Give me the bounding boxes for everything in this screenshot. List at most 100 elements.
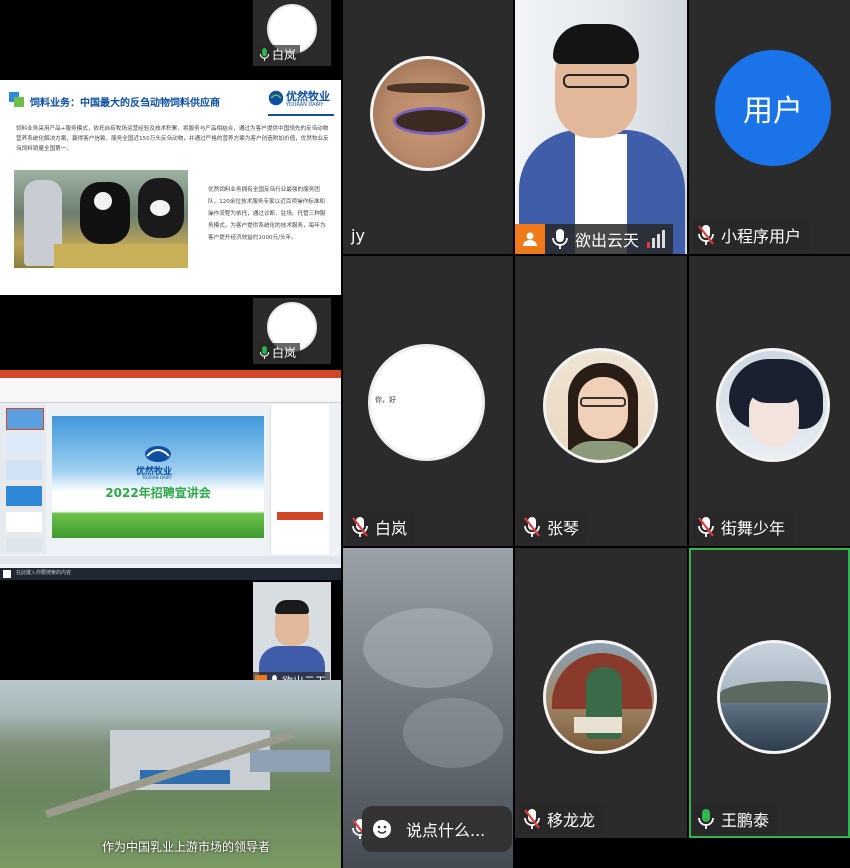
- glasses: [563, 74, 629, 88]
- participant-name: 张琴: [547, 519, 580, 538]
- taskbar-search[interactable]: 在此键入你要搜索的内容: [16, 569, 71, 576]
- participant-name: 白岚: [375, 519, 408, 538]
- participant-label: 白岚: [257, 343, 301, 362]
- ppt-title: 2022年招聘宣讲会: [105, 486, 211, 500]
- shared-video-aerial: 作为中国乳业上游市场的领导者: [0, 680, 341, 868]
- ppt-thumb[interactable]: [6, 486, 42, 506]
- cow-logo-icon: [145, 446, 171, 462]
- mic-muted-icon[interactable]: [523, 516, 541, 538]
- shared-slide: 饲料业务：中国最大的反刍动物饲料供应商 优然牧业 YOURAN DAIRY 饲料…: [0, 80, 341, 295]
- ppt-ribbon: [0, 378, 341, 403]
- brow-graphic: [387, 83, 469, 93]
- cow-logo-icon: [268, 90, 284, 106]
- mic-muted-icon[interactable]: [351, 516, 369, 538]
- participant-name: 白岚: [272, 346, 297, 360]
- avatar: 用户: [715, 50, 831, 166]
- ppt-brand-en: YOURAN DAIRY: [142, 475, 172, 480]
- avatar: [543, 348, 658, 463]
- windows-taskbar: 在此键入你要搜索的内容: [0, 568, 341, 580]
- avatar-text: 你，好: [375, 396, 396, 404]
- mic-muted-icon[interactable]: [697, 224, 715, 246]
- presenter-hair: [275, 600, 309, 614]
- presenter-hair: [553, 24, 639, 64]
- start-icon[interactable]: [3, 570, 11, 578]
- slide-photo-cows: [14, 170, 188, 268]
- slide-accent-icon-2: [14, 97, 24, 107]
- tile-jiewushaonian[interactable]: 街舞少年: [689, 256, 850, 546]
- slide-heading: 饲料业务：中国最大的反刍动物饲料供应商: [30, 98, 220, 109]
- ppt-side-button[interactable]: [277, 512, 323, 520]
- slide-brand-logo: 优然牧业 YOURAN DAIRY: [268, 88, 334, 116]
- participant-label: 街舞少年: [693, 512, 794, 542]
- glasses: [580, 397, 626, 407]
- ppt-thumb[interactable]: [6, 538, 42, 552]
- ppt-titlebar: [0, 370, 341, 378]
- avatar: [543, 640, 657, 754]
- ppt-thumb[interactable]: [6, 408, 44, 430]
- cloud-texture: [403, 698, 503, 768]
- participant-name: 欲出云天: [575, 231, 640, 250]
- ppt-thumb[interactable]: [6, 434, 42, 454]
- slide-paragraph-1: 饲料业务采用产品+服务模式，依托自有牧场运营经验及技术积累，将服务与产品相结合，…: [16, 126, 329, 152]
- ppt-main-slide: 优然牧业 YOURAN DAIRY 2022年招聘宣讲会: [52, 416, 264, 538]
- avatar: [716, 348, 830, 462]
- presenter-badge: [515, 224, 545, 254]
- participant-label: jy: [347, 220, 373, 250]
- factory-roof: [250, 750, 330, 772]
- participant-label: 白岚: [347, 512, 416, 542]
- mic-on-icon[interactable]: [697, 808, 715, 830]
- ppt-thumb[interactable]: [6, 460, 42, 480]
- mic-muted-icon[interactable]: [697, 516, 715, 538]
- mic-on-icon: [259, 346, 270, 359]
- tile-xiaochengxu[interactable]: 用户 小程序用户: [689, 0, 850, 254]
- thumb-bailan-mid[interactable]: 白岚: [253, 298, 331, 364]
- avatar: [717, 640, 831, 754]
- tile-jy[interactable]: jy: [343, 0, 513, 254]
- participant-name: 王鹏泰: [721, 811, 770, 830]
- ppt-thumbnail-pane: [0, 404, 46, 554]
- cow-figure: [150, 200, 170, 216]
- feed-pile: [54, 244, 188, 268]
- tile-bailan[interactable]: 你，好 白岚: [343, 256, 513, 546]
- participant-name: 小程序用户: [721, 227, 802, 246]
- mic-on-icon[interactable]: [551, 228, 569, 250]
- emoji-icon[interactable]: [372, 819, 392, 839]
- tile-wangpengtai[interactable]: 王鹏泰: [689, 548, 850, 838]
- mic-muted-icon[interactable]: [523, 808, 541, 830]
- participant-name: jy: [351, 225, 365, 245]
- participant-name: 白岚: [272, 48, 297, 62]
- participant-name: 街舞少年: [721, 519, 786, 538]
- tile-yuchuyuntian[interactable]: 欲出云天: [515, 0, 687, 254]
- ppt-thumb[interactable]: [6, 512, 42, 532]
- tile-yilonglong[interactable]: 移龙龙: [515, 548, 687, 838]
- avatar: 你，好: [368, 344, 485, 461]
- chat-placeholder: 说点什么...: [406, 821, 486, 840]
- participant-label: 白岚: [257, 45, 301, 64]
- participant-label: 移龙龙: [519, 804, 604, 834]
- mic-on-icon: [259, 48, 270, 61]
- slide-brand-en: YOURAN DAIRY: [286, 102, 324, 108]
- avatar: [370, 56, 485, 171]
- eye-graphic: [393, 107, 469, 135]
- person-icon: [523, 232, 537, 246]
- signal-icon: [647, 230, 666, 248]
- video-caption: 作为中国乳业上游市场的领导者: [102, 840, 271, 854]
- face: [578, 377, 628, 439]
- chat-input[interactable]: 说点什么...: [362, 806, 512, 852]
- avatar-text: 用户: [743, 94, 803, 129]
- participant-label: 张琴: [519, 512, 588, 542]
- participant-label: 王鹏泰: [693, 804, 778, 834]
- participant-name: 移龙龙: [547, 811, 596, 830]
- sign-board: [574, 717, 622, 733]
- shared-screen-ppt: 优然牧业 YOURAN DAIRY 2022年招聘宣讲会 在此键入你要搜索的内容: [0, 370, 341, 580]
- cow-figure: [94, 192, 112, 210]
- tile-zhangqin[interactable]: 张琴: [515, 256, 687, 546]
- cloud-texture: [363, 608, 493, 688]
- thumb-bailan-top[interactable]: 白岚: [253, 0, 331, 66]
- participant-label: 欲出云天: [515, 224, 674, 254]
- left-column: 白岚 饲料业务：中国最大的反刍动物饲料供应商 优然牧业 YOURAN DAIRY…: [0, 0, 341, 868]
- mountain: [720, 681, 828, 703]
- thumb-presenter[interactable]: 欲出云天: [253, 582, 331, 692]
- ppt-status-bar: [0, 556, 341, 564]
- participant-label: 小程序用户: [693, 220, 810, 250]
